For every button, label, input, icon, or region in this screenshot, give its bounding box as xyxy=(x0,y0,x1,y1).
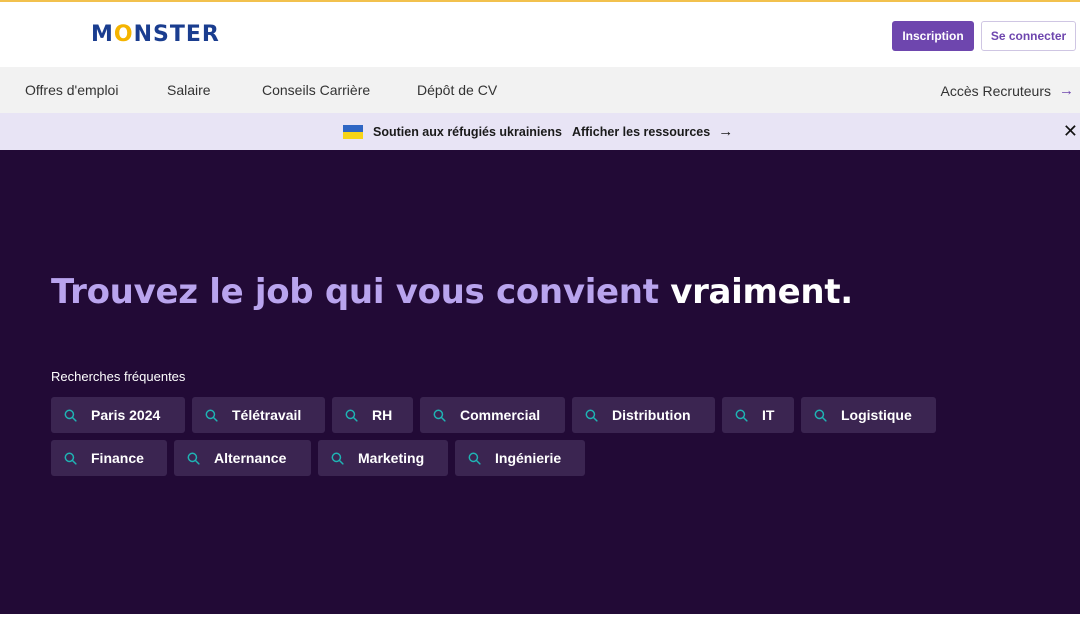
chip-label: Finance xyxy=(91,450,144,466)
search-icon xyxy=(735,409,748,422)
chip-label: Commercial xyxy=(460,407,541,423)
search-icon xyxy=(331,452,344,465)
search-chip-teletravail[interactable]: Télétravail xyxy=(192,397,325,433)
chip-label: Distribution xyxy=(612,407,691,423)
banner-text: Soutien aux réfugiés ukrainiens xyxy=(373,124,562,139)
chip-label: IT xyxy=(762,407,775,423)
search-chip-finance[interactable]: Finance xyxy=(51,440,167,476)
nav-item-salary[interactable]: Salaire xyxy=(167,82,211,98)
search-chip-paris-2024[interactable]: Paris 2024 xyxy=(51,397,185,433)
search-icon xyxy=(187,452,200,465)
search-icon xyxy=(64,409,77,422)
chip-label: Marketing xyxy=(358,450,425,466)
chip-label: Ingénierie xyxy=(495,450,562,466)
hero-section: Trouvez le job qui vous convient vraimen… xyxy=(0,150,1080,614)
signup-button[interactable]: Inscription xyxy=(892,21,974,51)
chip-label: Alternance xyxy=(214,450,287,466)
monster-logo[interactable]: MONSTER xyxy=(91,22,220,47)
nav-item-career-advice[interactable]: Conseils Carrière xyxy=(262,82,370,98)
search-chip-distribution[interactable]: Distribution xyxy=(572,397,715,433)
login-button[interactable]: Se connecter xyxy=(981,21,1076,51)
search-icon xyxy=(433,409,446,422)
top-header: MONSTER Inscription Se connecter xyxy=(0,0,1080,67)
recruiters-link[interactable]: Accès Recruteurs → xyxy=(941,82,1074,99)
search-icon xyxy=(64,452,77,465)
search-icon xyxy=(205,409,218,422)
arrow-right-icon: → xyxy=(1059,82,1074,99)
recruiters-label: Accès Recruteurs xyxy=(940,82,1051,99)
search-icon xyxy=(814,409,827,422)
ukraine-flag-icon xyxy=(343,124,363,139)
frequent-searches-label: Recherches fréquentes xyxy=(51,369,186,384)
ukraine-banner: Soutien aux réfugiés ukrainiens Afficher… xyxy=(0,113,1080,150)
chip-label: Logistique xyxy=(841,407,912,423)
search-chip-ingenierie[interactable]: Ingénierie xyxy=(455,440,585,476)
nav-item-jobs[interactable]: Offres d'emploi xyxy=(25,82,118,98)
search-chip-marketing[interactable]: Marketing xyxy=(318,440,448,476)
chip-label: Télétravail xyxy=(232,407,302,423)
search-chip-logistique[interactable]: Logistique xyxy=(801,397,936,433)
search-chip-it[interactable]: IT xyxy=(722,397,794,433)
chip-label: Paris 2024 xyxy=(91,407,161,423)
search-chip-rh[interactable]: RH xyxy=(332,397,413,433)
arrow-right-icon: → xyxy=(718,123,734,140)
chip-label: RH xyxy=(372,407,393,423)
resources-link-label: Afficher les ressources xyxy=(571,124,711,139)
hero-headline: Trouvez le job qui vous convient vraimen… xyxy=(51,272,853,312)
search-chip-alternance[interactable]: Alternance xyxy=(174,440,311,476)
main-nav: Offres d'emploi Salaire Conseils Carrièr… xyxy=(0,67,1080,113)
search-chip-commercial[interactable]: Commercial xyxy=(420,397,565,433)
resources-link[interactable]: Afficher les ressources → xyxy=(572,123,733,140)
search-icon xyxy=(468,452,481,465)
search-icon xyxy=(345,409,358,422)
close-icon[interactable]: ✕ xyxy=(1063,121,1078,142)
nav-item-cv-upload[interactable]: Dépôt de CV xyxy=(417,82,497,98)
search-icon xyxy=(585,409,598,422)
